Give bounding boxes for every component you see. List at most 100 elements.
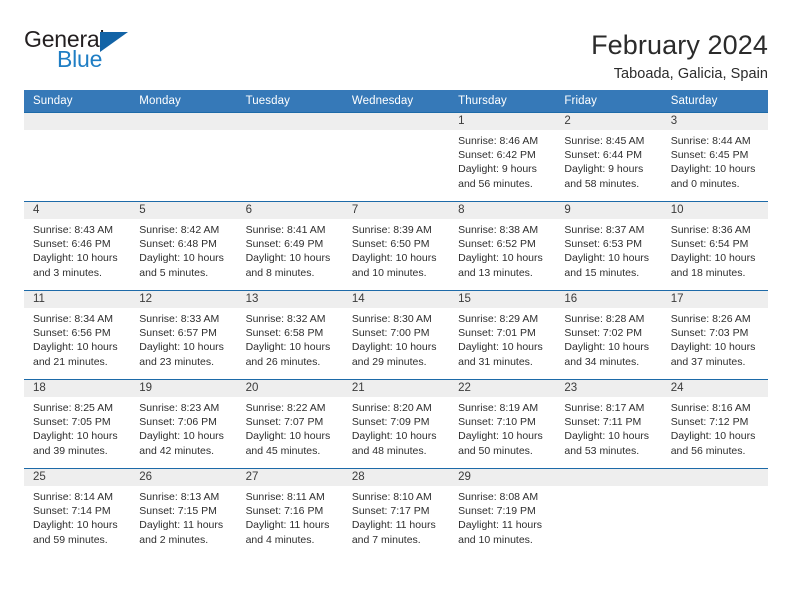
- day-detail-line: and 31 minutes.: [458, 355, 533, 368]
- day-number: 9: [555, 202, 662, 219]
- day-number: 25: [24, 469, 131, 486]
- day-detail-line: Sunset: 7:15 PM: [139, 505, 217, 518]
- day-number: [24, 113, 131, 130]
- day-detail-line: Sunrise: 8:10 AM: [351, 491, 432, 503]
- calendar-day-cell[interactable]: 15 Sunrise: 8:29 AM Sunset: 7:01 PM Dayligh…: [449, 290, 556, 380]
- day-detail-line: Sunset: 6:57 PM: [139, 327, 217, 340]
- day-detail-line: and 10 minutes.: [458, 533, 533, 546]
- day-detail-line: Sunset: 7:16 PM: [245, 505, 324, 518]
- day-detail-line: Sunrise: 8:43 AM: [33, 224, 113, 236]
- calendar-day-cell[interactable]: 6 Sunrise: 8:41 AM Sunset: 6:49 PM Daylight…: [236, 201, 343, 291]
- calendar-day-cell[interactable]: 1 Sunrise: 8:46 AM Sunset: 6:42 PM Daylight…: [449, 112, 556, 202]
- calendar-day-cell[interactable]: 21 Sunrise: 8:20 AM Sunset: 7:09 PM Dayligh…: [342, 379, 450, 469]
- calendar-day-cell[interactable]: 26 Sunrise: 8:13 AM Sunset: 7:15 PM Dayligh…: [130, 468, 237, 558]
- calendar-day-cell[interactable]: 13 Sunrise: 8:32 AM Sunset: 6:58 PM Dayligh…: [236, 290, 343, 380]
- calendar-day-cell[interactable]: 14 Sunrise: 8:30 AM Sunset: 7:00 PM Dayligh…: [342, 290, 450, 380]
- day-detail-line: and 50 minutes.: [458, 444, 533, 457]
- weekday-header-sunday: Sunday: [24, 90, 131, 113]
- weekday-header-tuesday: Tuesday: [236, 90, 343, 113]
- day-detail-line: and 42 minutes.: [139, 444, 214, 457]
- day-detail-line: and 45 minutes.: [245, 444, 321, 457]
- calendar-day-cell[interactable]: 22 Sunrise: 8:19 AM Sunset: 7:10 PM Dayligh…: [449, 379, 556, 469]
- day-detail-line: and 2 minutes.: [139, 533, 209, 546]
- day-detail-line: Sunset: 7:17 PM: [351, 505, 430, 518]
- calendar-day-cell[interactable]: 18 Sunrise: 8:25 AM Sunset: 7:05 PM Dayligh…: [24, 379, 131, 469]
- calendar-week-row: 1 Sunrise: 8:46 AM Sunset: 6:42 PM Daylight…: [24, 112, 768, 202]
- day-details: Sunrise: 8:41 AM Sunset: 6:49 PM Daylight:…: [237, 219, 343, 280]
- calendar-day-cell[interactable]: 20 Sunrise: 8:22 AM Sunset: 7:07 PM Dayligh…: [236, 379, 343, 469]
- calendar-day-cell[interactable]: 16 Sunrise: 8:28 AM Sunset: 7:02 PM Dayligh…: [555, 290, 662, 380]
- day-details: Sunrise: 8:36 AM Sunset: 6:54 PM Daylight:…: [662, 219, 768, 280]
- day-detail-line: Daylight: 10 hours: [139, 341, 224, 354]
- calendar-day-cell[interactable]: 5 Sunrise: 8:42 AM Sunset: 6:48 PM Daylight…: [130, 201, 237, 291]
- day-number: [661, 469, 768, 486]
- calendar-day-cell[interactable]: 10 Sunrise: 8:36 AM Sunset: 6:54 PM Dayligh…: [661, 201, 768, 291]
- calendar-day-cell[interactable]: 4 Sunrise: 8:43 AM Sunset: 6:46 PM Daylight…: [24, 201, 131, 291]
- day-detail-line: Sunrise: 8:46 AM: [458, 135, 539, 147]
- calendar-day-cell[interactable]: 27 Sunrise: 8:11 AM Sunset: 7:16 PM Dayligh…: [236, 468, 343, 558]
- weekday-header-monday: Monday: [130, 90, 237, 113]
- day-detail-line: Daylight: 10 hours: [33, 341, 118, 354]
- calendar-day-cell[interactable]: 9 Sunrise: 8:37 AM Sunset: 6:53 PM Daylight…: [555, 201, 662, 291]
- day-detail-line: Sunrise: 8:37 AM: [564, 224, 645, 236]
- calendar-body: 1 Sunrise: 8:46 AM Sunset: 6:42 PM Daylight…: [24, 112, 768, 558]
- calendar-day-cell[interactable]: 23 Sunrise: 8:17 AM Sunset: 7:11 PM Dayligh…: [555, 379, 662, 469]
- day-details: Sunrise: 8:34 AM Sunset: 6:56 PM Daylight:…: [24, 308, 130, 369]
- day-detail-line: Sunrise: 8:41 AM: [245, 224, 326, 236]
- day-detail-line: and 18 minutes.: [670, 266, 746, 279]
- day-details: Sunrise: 8:28 AM Sunset: 7:02 PM Daylight:…: [555, 308, 661, 369]
- calendar-week-row: 25 Sunrise: 8:14 AM Sunset: 7:14 PM Dayligh…: [24, 468, 768, 558]
- day-number: 3: [661, 113, 768, 130]
- day-number: 13: [236, 291, 343, 308]
- calendar-day-cell[interactable]: 12 Sunrise: 8:33 AM Sunset: 6:57 PM Dayligh…: [130, 290, 237, 380]
- day-detail-line: and 13 minutes.: [458, 266, 533, 279]
- calendar-day-cell[interactable]: 25 Sunrise: 8:14 AM Sunset: 7:14 PM Dayligh…: [24, 468, 131, 558]
- day-details: Sunrise: 8:10 AM Sunset: 7:17 PM Daylight:…: [343, 486, 449, 547]
- day-detail-line: Sunset: 6:53 PM: [564, 238, 643, 251]
- calendar-page: General Blue February 2024 Taboada, Gali…: [0, 0, 792, 612]
- weekday-header-friday: Friday: [555, 90, 662, 113]
- day-detail-line: Sunset: 6:50 PM: [351, 238, 430, 251]
- day-detail-line: Daylight: 10 hours: [670, 252, 756, 265]
- day-detail-line: Sunset: 7:10 PM: [458, 416, 536, 429]
- day-number: 27: [236, 469, 343, 486]
- day-detail-line: Sunset: 7:12 PM: [670, 416, 749, 429]
- calendar-day-cell[interactable]: 19 Sunrise: 8:23 AM Sunset: 7:06 PM Dayligh…: [130, 379, 237, 469]
- day-detail-line: Sunset: 7:03 PM: [670, 327, 749, 340]
- calendar-day-cell[interactable]: 3 Sunrise: 8:44 AM Sunset: 6:45 PM Daylight…: [661, 112, 768, 202]
- day-number: 28: [342, 469, 450, 486]
- calendar-day-cell[interactable]: 17 Sunrise: 8:26 AM Sunset: 7:03 PM Dayligh…: [661, 290, 768, 380]
- day-detail-line: Sunrise: 8:33 AM: [139, 313, 220, 325]
- day-number: 24: [661, 380, 768, 397]
- day-detail-line: Sunrise: 8:11 AM: [245, 491, 325, 503]
- calendar-day-cell[interactable]: 7 Sunrise: 8:39 AM Sunset: 6:50 PM Daylight…: [342, 201, 450, 291]
- day-detail-line: Daylight: 10 hours: [245, 341, 331, 354]
- day-detail-line: and 53 minutes.: [564, 444, 640, 457]
- day-detail-line: Sunrise: 8:45 AM: [564, 135, 645, 147]
- calendar-day-cell[interactable]: 2 Sunrise: 8:45 AM Sunset: 6:44 PM Daylight…: [555, 112, 662, 202]
- calendar-day-cell[interactable]: 11 Sunrise: 8:34 AM Sunset: 6:56 PM Dayligh…: [24, 290, 131, 380]
- calendar-day-cell[interactable]: 28 Sunrise: 8:10 AM Sunset: 7:17 PM Dayligh…: [342, 468, 450, 558]
- day-detail-line: Sunrise: 8:19 AM: [458, 402, 539, 414]
- day-detail-line: Daylight: 10 hours: [245, 252, 331, 265]
- day-detail-line: and 7 minutes.: [351, 533, 421, 546]
- calendar-day-cell[interactable]: 29 Sunrise: 8:08 AM Sunset: 7:19 PM Dayligh…: [449, 468, 556, 558]
- calendar-day-cell[interactable]: 8 Sunrise: 8:38 AM Sunset: 6:52 PM Daylight…: [449, 201, 556, 291]
- day-detail-line: and 15 minutes.: [564, 266, 640, 279]
- day-number: [130, 113, 237, 130]
- day-detail-line: Sunrise: 8:25 AM: [33, 402, 113, 414]
- day-detail-line: Daylight: 10 hours: [458, 341, 543, 354]
- calendar-day-cell[interactable]: 24 Sunrise: 8:16 AM Sunset: 7:12 PM Dayligh…: [661, 379, 768, 469]
- day-details: Sunrise: 8:08 AM Sunset: 7:19 PM Daylight:…: [449, 486, 555, 547]
- day-detail-line: Daylight: 10 hours: [564, 252, 650, 265]
- day-detail-line: Daylight: 10 hours: [351, 430, 437, 443]
- weekday-header-wednesday: Wednesday: [342, 90, 450, 113]
- general-blue-logo[interactable]: General Blue: [24, 28, 144, 80]
- day-detail-line: Sunset: 7:02 PM: [564, 327, 643, 340]
- day-number: 26: [130, 469, 237, 486]
- day-details: Sunrise: 8:45 AM Sunset: 6:44 PM Daylight:…: [555, 130, 661, 191]
- day-detail-line: and 3 minutes.: [33, 266, 102, 279]
- day-detail-line: Sunset: 7:19 PM: [458, 505, 536, 518]
- day-detail-line: Sunset: 6:46 PM: [33, 238, 111, 251]
- day-details: Sunrise: 8:42 AM Sunset: 6:48 PM Daylight:…: [130, 219, 236, 280]
